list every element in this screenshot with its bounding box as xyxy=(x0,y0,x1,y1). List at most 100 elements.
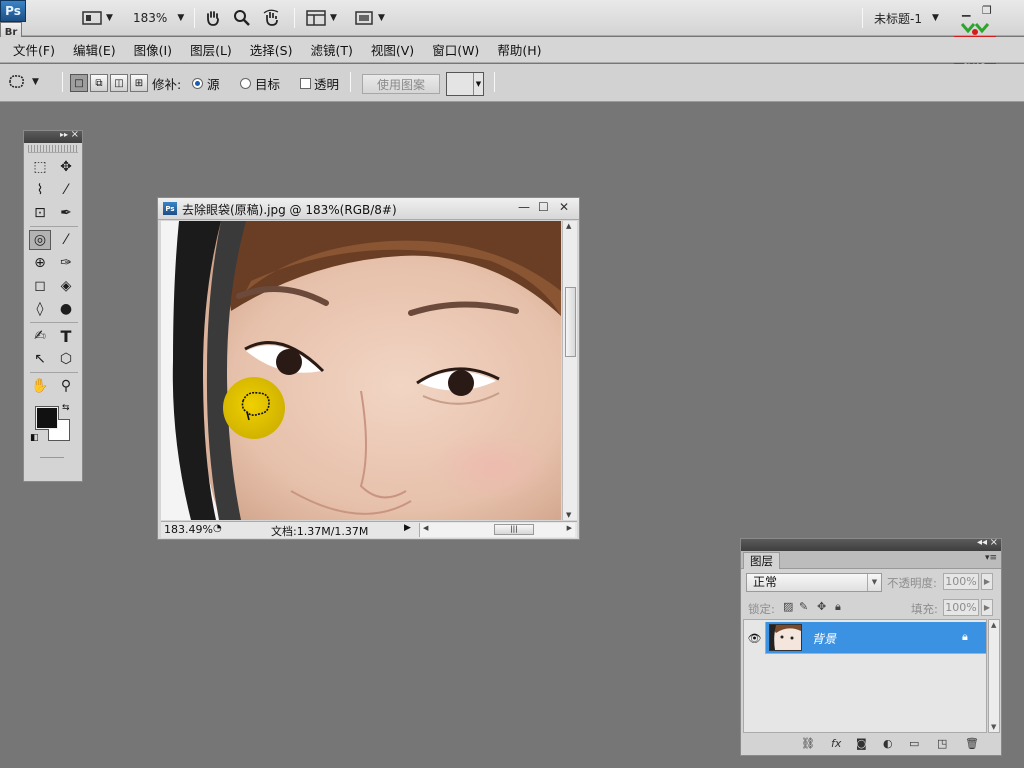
scrollbar-thumb[interactable] xyxy=(565,287,576,357)
add-selection-button[interactable]: ⧉ xyxy=(90,74,108,92)
arrange-documents-button[interactable]: ▼ xyxy=(306,6,337,30)
patch-tool-icon[interactable]: ◎ xyxy=(29,230,51,250)
layer-row-background[interactable]: 👁︎ 背景 🔒︎ xyxy=(744,622,986,654)
hand-tool-button[interactable] xyxy=(204,6,222,30)
eraser-tool-icon[interactable]: ◻ xyxy=(29,276,51,296)
panel-grip[interactable] xyxy=(28,145,78,153)
status-menu-arrow-icon[interactable]: ▶ xyxy=(404,523,411,533)
tool-preset-picker[interactable]: ▼ xyxy=(6,72,39,92)
fill-slider-arrow-icon[interactable]: ▶ xyxy=(981,599,993,616)
path-selection-tool-icon[interactable]: ↖ xyxy=(29,349,51,369)
panel-header[interactable]: ▸▸ × xyxy=(24,129,82,143)
brush-tool-icon[interactable]: ⁄ xyxy=(55,230,77,250)
scroll-down-icon[interactable]: ▼ xyxy=(991,723,996,731)
zoom-tool-button[interactable] xyxy=(233,6,251,30)
source-radio[interactable]: 源 xyxy=(192,74,220,93)
scroll-up-icon[interactable]: ▲ xyxy=(991,621,996,629)
panel-menu-icon[interactable]: ▾≡ xyxy=(985,553,997,563)
status-options-icon[interactable]: ◔ xyxy=(213,523,222,534)
layer-list-scrollbar[interactable]: ▲ ▼ xyxy=(988,619,1000,733)
move-tool-icon[interactable]: ✥ xyxy=(55,157,77,177)
maximize-icon[interactable]: ☐ xyxy=(538,200,549,214)
menu-file[interactable]: 文件(F) xyxy=(13,40,55,59)
swap-colors-icon[interactable]: ⇆ xyxy=(62,403,70,413)
type-tool-icon[interactable]: T xyxy=(55,326,77,346)
zoom-level-dropdown[interactable]: 183% ▼ xyxy=(133,6,184,30)
menu-help[interactable]: 帮助(H) xyxy=(497,40,541,59)
zoom-readout[interactable]: 183.49% xyxy=(164,523,213,536)
blur-tool-icon[interactable]: ◊ xyxy=(29,299,51,319)
lock-all-icon[interactable]: 🔒︎ xyxy=(835,600,841,614)
collapse-icon[interactable]: ◂◂ xyxy=(977,537,987,548)
minimize-icon[interactable]: — xyxy=(518,200,530,214)
menu-window[interactable]: 窗口(W) xyxy=(432,40,479,59)
photoshop-logo[interactable]: Ps xyxy=(0,0,26,22)
image-canvas[interactable] xyxy=(161,221,561,520)
menu-filter[interactable]: 滤镜(T) xyxy=(310,40,352,59)
lock-transparent-icon[interactable]: ▨ xyxy=(783,600,793,613)
transparent-checkbox[interactable]: 透明 xyxy=(300,74,339,93)
menu-view[interactable]: 视图(V) xyxy=(371,40,414,59)
pen-tool-icon[interactable]: ✍ xyxy=(29,326,51,346)
vertical-scrollbar[interactable]: ▲ ▼ xyxy=(562,221,577,520)
lasso-tool-icon[interactable]: ⌇ xyxy=(29,180,51,200)
menu-edit[interactable]: 编辑(E) xyxy=(73,40,116,59)
paint-bucket-tool-icon[interactable]: ◈ xyxy=(55,276,77,296)
intersect-selection-button[interactable]: ⊞ xyxy=(130,74,148,92)
fill-field[interactable]: 100% xyxy=(943,599,979,616)
blend-mode-dropdown[interactable]: 正常 ▼ xyxy=(746,573,882,592)
panel-header[interactable]: ◂◂ × xyxy=(741,537,1001,551)
use-pattern-button[interactable]: 使用图案 xyxy=(362,74,440,94)
tab-layers[interactable]: 图层 xyxy=(743,552,780,569)
adjustment-layer-icon[interactable]: ◐ xyxy=(883,737,893,750)
menu-select[interactable]: 选择(S) xyxy=(250,40,293,59)
lock-pixels-icon[interactable]: ✎ xyxy=(799,600,808,613)
close-icon[interactable]: × xyxy=(71,129,79,140)
close-icon[interactable]: ✕ xyxy=(559,200,569,214)
new-layer-icon[interactable]: ◳ xyxy=(937,737,947,750)
scroll-up-icon[interactable]: ▲ xyxy=(566,222,571,230)
crop-tool-icon[interactable]: ⊡ xyxy=(29,203,51,223)
lock-position-icon[interactable]: ✥ xyxy=(817,600,826,613)
new-group-icon[interactable]: ▭ xyxy=(909,737,919,750)
pattern-picker[interactable]: ▼ xyxy=(446,72,484,96)
marquee-tool-icon[interactable]: ⬚ xyxy=(29,157,51,177)
scroll-left-icon[interactable]: ◀ xyxy=(423,524,428,532)
document-switcher[interactable]: 未标题-1 ▼ xyxy=(874,6,939,30)
eyedropper-tool-icon[interactable]: ✒ xyxy=(55,203,77,223)
minimize-icon[interactable]: ▁ xyxy=(962,4,970,17)
menu-image[interactable]: 图像(I) xyxy=(134,40,172,59)
shape-tool-icon[interactable]: ⬡ xyxy=(55,349,77,369)
subtract-selection-button[interactable]: ◫ xyxy=(110,74,128,92)
add-mask-icon[interactable]: ◙ xyxy=(856,737,867,750)
close-icon[interactable]: × xyxy=(990,537,998,548)
layer-style-icon[interactable]: fx xyxy=(831,737,841,750)
horizontal-scrollbar[interactable]: ◀ ||| ▶ xyxy=(419,523,575,537)
screen-mode-button[interactable]: ▼ xyxy=(354,6,385,30)
link-layers-icon[interactable]: ⛓︎ xyxy=(801,737,815,750)
menu-layer[interactable]: 图层(L) xyxy=(190,40,232,59)
zoom-tool-icon[interactable]: ⚲ xyxy=(55,376,77,396)
history-brush-tool-icon[interactable]: ✑ xyxy=(55,253,77,273)
view-extras-button[interactable]: ▼ xyxy=(82,6,113,30)
opacity-field[interactable]: 100% xyxy=(943,573,979,590)
scrollbar-thumb[interactable]: ||| xyxy=(494,524,534,535)
stamp-tool-icon[interactable]: ⊕ xyxy=(29,253,51,273)
opacity-slider-arrow-icon[interactable]: ▶ xyxy=(981,573,993,590)
rotate-view-button[interactable] xyxy=(262,6,282,30)
restore-icon[interactable]: ❐ xyxy=(982,4,992,17)
scroll-right-icon[interactable]: ▶ xyxy=(567,524,572,532)
document-title-bar[interactable]: Ps 去除眼袋(原稿).jpg @ 183%(RGB/8#) — ☐ ✕ xyxy=(158,198,579,220)
visibility-eye-icon[interactable]: 👁︎ xyxy=(744,622,766,654)
quick-mask-toggle[interactable] xyxy=(40,457,64,458)
destination-radio[interactable]: 目标 xyxy=(240,74,280,93)
layer-name[interactable]: 背景 xyxy=(812,630,836,647)
default-colors-icon[interactable]: ◧ xyxy=(30,433,39,443)
delete-layer-icon[interactable]: 🗑︎ xyxy=(965,737,979,750)
collapse-icon[interactable]: ▸▸ xyxy=(60,130,68,139)
magic-wand-tool-icon[interactable]: ⁄ xyxy=(55,180,77,200)
dodge-tool-icon[interactable]: ● xyxy=(55,299,77,319)
scroll-down-icon[interactable]: ▼ xyxy=(566,511,571,519)
new-selection-button[interactable]: □ xyxy=(70,74,88,92)
hand-tool-icon[interactable]: ✋ xyxy=(29,376,51,396)
